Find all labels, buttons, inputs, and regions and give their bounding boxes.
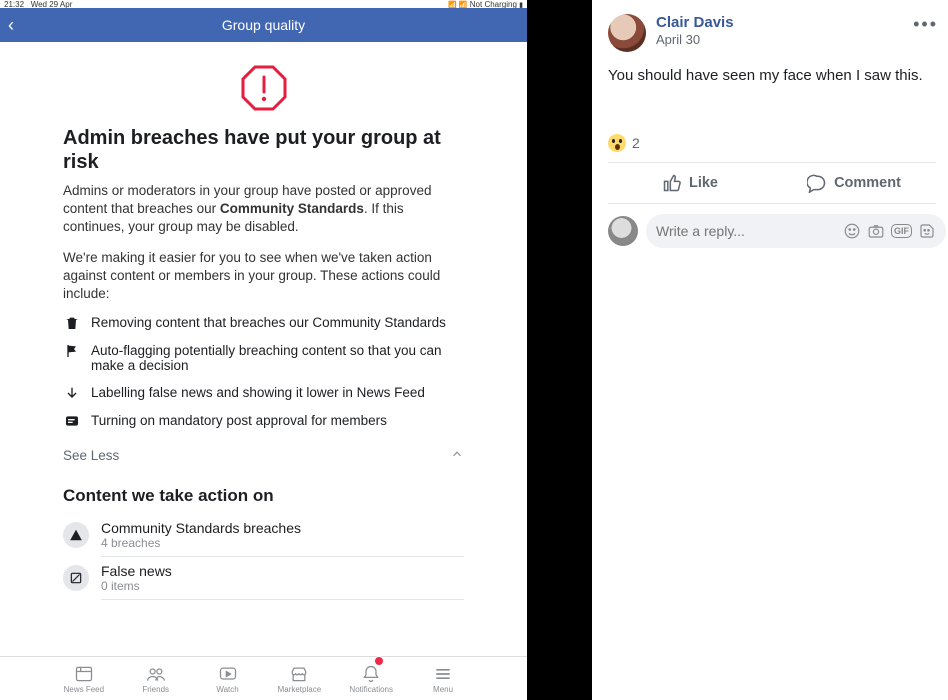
post-panel: ••• Clair Davis April 30 You should have… [592, 0, 948, 700]
takeaction-falsenews[interactable]: False news 0 items [63, 557, 464, 599]
tab-marketplace[interactable]: Marketplace [271, 664, 327, 694]
bottom-tab-bar: News Feed Friends Watch Marketplace Noti… [0, 656, 527, 700]
false-news-icon [63, 565, 89, 591]
action-flag: Auto-flagging potentially breaching cont… [63, 343, 464, 373]
arrow-down-icon [63, 385, 81, 401]
post-approval-icon [63, 413, 81, 429]
reply-box[interactable]: GIF [646, 214, 946, 248]
post-body: You should have seen my face when I saw … [608, 66, 936, 86]
emoji-icon[interactable] [843, 222, 861, 240]
reaction-count: 2 [632, 135, 640, 151]
takeaction-list: Community Standards breaches 4 breaches … [63, 514, 464, 600]
warning-triangle-icon [63, 522, 89, 548]
back-icon[interactable]: ‹ [8, 15, 14, 36]
tab-watch[interactable]: Watch [200, 664, 256, 694]
action-label: Labelling false news and showing it lowe… [63, 385, 464, 401]
author-name[interactable]: Clair Davis [656, 14, 734, 32]
post-actions: Like Comment [608, 163, 936, 204]
sticker-icon[interactable] [918, 222, 936, 240]
divider [101, 599, 464, 600]
page-heading: Admin breaches have put your group at ri… [63, 126, 464, 174]
actions-list: Removing content that breaches our Commu… [63, 315, 464, 429]
wow-reaction-icon [608, 134, 626, 152]
comment-icon [807, 173, 827, 193]
camera-icon[interactable] [867, 222, 885, 240]
reply-input[interactable] [656, 223, 837, 239]
tab-newsfeed[interactable]: News Feed [56, 664, 112, 694]
tab-notifications[interactable]: Notifications [343, 664, 399, 694]
post-menu-icon[interactable]: ••• [913, 14, 938, 35]
intro-paragraph-1: Admins or moderators in your group have … [63, 182, 464, 237]
notif-badge [374, 656, 384, 666]
tab-friends[interactable]: Friends [128, 664, 184, 694]
page-content: Admin breaches have put your group at ri… [0, 42, 527, 600]
action-approval: Turning on mandatory post approval for m… [63, 413, 464, 429]
tab-menu[interactable]: Menu [415, 664, 471, 694]
self-avatar[interactable] [608, 216, 638, 246]
intro-paragraph-2: We're making it easier for you to see wh… [63, 249, 464, 304]
trash-icon [63, 315, 81, 331]
chevron-up-icon [450, 447, 464, 464]
author-avatar[interactable] [608, 14, 646, 52]
post-date: April 30 [656, 32, 734, 47]
alert-icon [63, 64, 464, 112]
phone-frame: 21:32 Wed 29 Apr 📶 📶 Not Charging ▮ ‹ Gr… [0, 0, 527, 700]
comment-button[interactable]: Comment [772, 163, 936, 203]
see-less-toggle[interactable]: See Less [63, 441, 464, 474]
reactions-summary[interactable]: 2 [608, 134, 936, 152]
gif-icon[interactable]: GIF [891, 224, 912, 238]
section-heading-content-action: Content we take action on [63, 486, 464, 506]
thumbs-up-icon [662, 173, 682, 193]
takeaction-breaches[interactable]: Community Standards breaches 4 breaches [63, 514, 464, 556]
appbar-title: Group quality [222, 17, 305, 33]
media-pane: 21:32 Wed 29 Apr 📶 📶 Not Charging ▮ ‹ Gr… [0, 0, 592, 700]
status-bar: 21:32 Wed 29 Apr 📶 📶 Not Charging ▮ [0, 0, 527, 8]
like-button[interactable]: Like [608, 163, 772, 203]
flag-icon [63, 343, 81, 359]
action-remove: Removing content that breaches our Commu… [63, 315, 464, 331]
reply-row: GIF [608, 204, 936, 248]
app-bar: ‹ Group quality [0, 8, 527, 42]
post-header: Clair Davis April 30 [608, 14, 936, 52]
